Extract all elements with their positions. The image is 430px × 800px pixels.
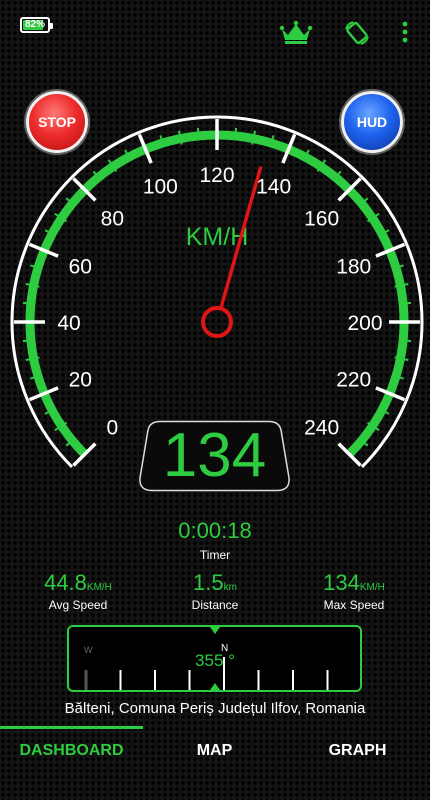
gauge-tick-label: 120 — [199, 164, 234, 187]
stop-button[interactable]: STOP — [26, 91, 88, 153]
battery-percent: 82% — [24, 19, 45, 30]
tab-graph[interactable]: GRAPH — [286, 742, 429, 760]
gauge-tick-label: 20 — [69, 369, 92, 392]
active-tab-indicator — [0, 726, 143, 729]
max-speed-stat: 134KM/H Max Speed — [284, 570, 424, 612]
gauge-minor-tick — [22, 301, 34, 305]
compass-strip: W N 355 ° — [67, 625, 362, 692]
max-speed-unit: KM/H — [359, 582, 385, 593]
digital-speed-readout: 134 — [162, 421, 267, 490]
compass-heading: 355 ° — [195, 651, 235, 670]
gauge-tick-label: 40 — [57, 312, 80, 335]
gauge-tick-label: 60 — [69, 255, 92, 278]
location-address: Bălteni, Comuna Periș Județul Ilfov, Rom… — [64, 700, 366, 717]
gauge-tick-label: 220 — [336, 369, 371, 392]
timer-label: Timer — [199, 548, 231, 562]
distance-unit: km — [223, 582, 237, 593]
avg-speed-label: Avg Speed — [48, 598, 108, 612]
gauge-minor-tick — [400, 301, 412, 305]
tab-map[interactable]: MAP — [143, 742, 286, 760]
distance-stat: 1.5km Distance — [145, 570, 285, 612]
avg-speed-value: 44.8 — [44, 570, 87, 595]
compass-west-label: W — [84, 645, 93, 655]
avg-speed-unit: KM/H — [86, 582, 112, 593]
distance-value: 1.5 — [193, 570, 224, 595]
max-speed-label: Max Speed — [323, 598, 385, 612]
gauge-minor-tick — [234, 127, 238, 139]
trip-timer: 0:00:18 — [178, 518, 252, 543]
gauge-tick-label: 0 — [107, 417, 119, 440]
max-speed-value: 134 — [323, 570, 360, 595]
gauge-minor-tick — [22, 339, 34, 343]
gauge-tick-label: 180 — [336, 255, 371, 278]
gauge-tick-label: 200 — [347, 312, 382, 335]
distance-label: Distance — [191, 598, 239, 612]
needle-hub — [201, 306, 233, 338]
battery-indicator: 82% — [20, 17, 53, 33]
compass-bottom-marker — [210, 683, 220, 690]
gauge-minor-tick — [196, 127, 200, 139]
avg-speed-stat: 44.8KM/H Avg Speed — [8, 570, 148, 612]
gauge-minor-tick — [400, 339, 412, 343]
gauge-tick-label: 100 — [143, 175, 178, 198]
gauge-tick-label: 160 — [304, 207, 339, 230]
compass-top-marker — [210, 627, 220, 634]
tab-dashboard[interactable]: DASHBOARD — [0, 742, 143, 760]
gauge-tick-label: 240 — [304, 417, 339, 440]
gauge-tick-label: 80 — [101, 207, 124, 230]
hud-button[interactable]: HUD — [341, 91, 403, 153]
gauge-tick-label: 140 — [256, 175, 291, 198]
